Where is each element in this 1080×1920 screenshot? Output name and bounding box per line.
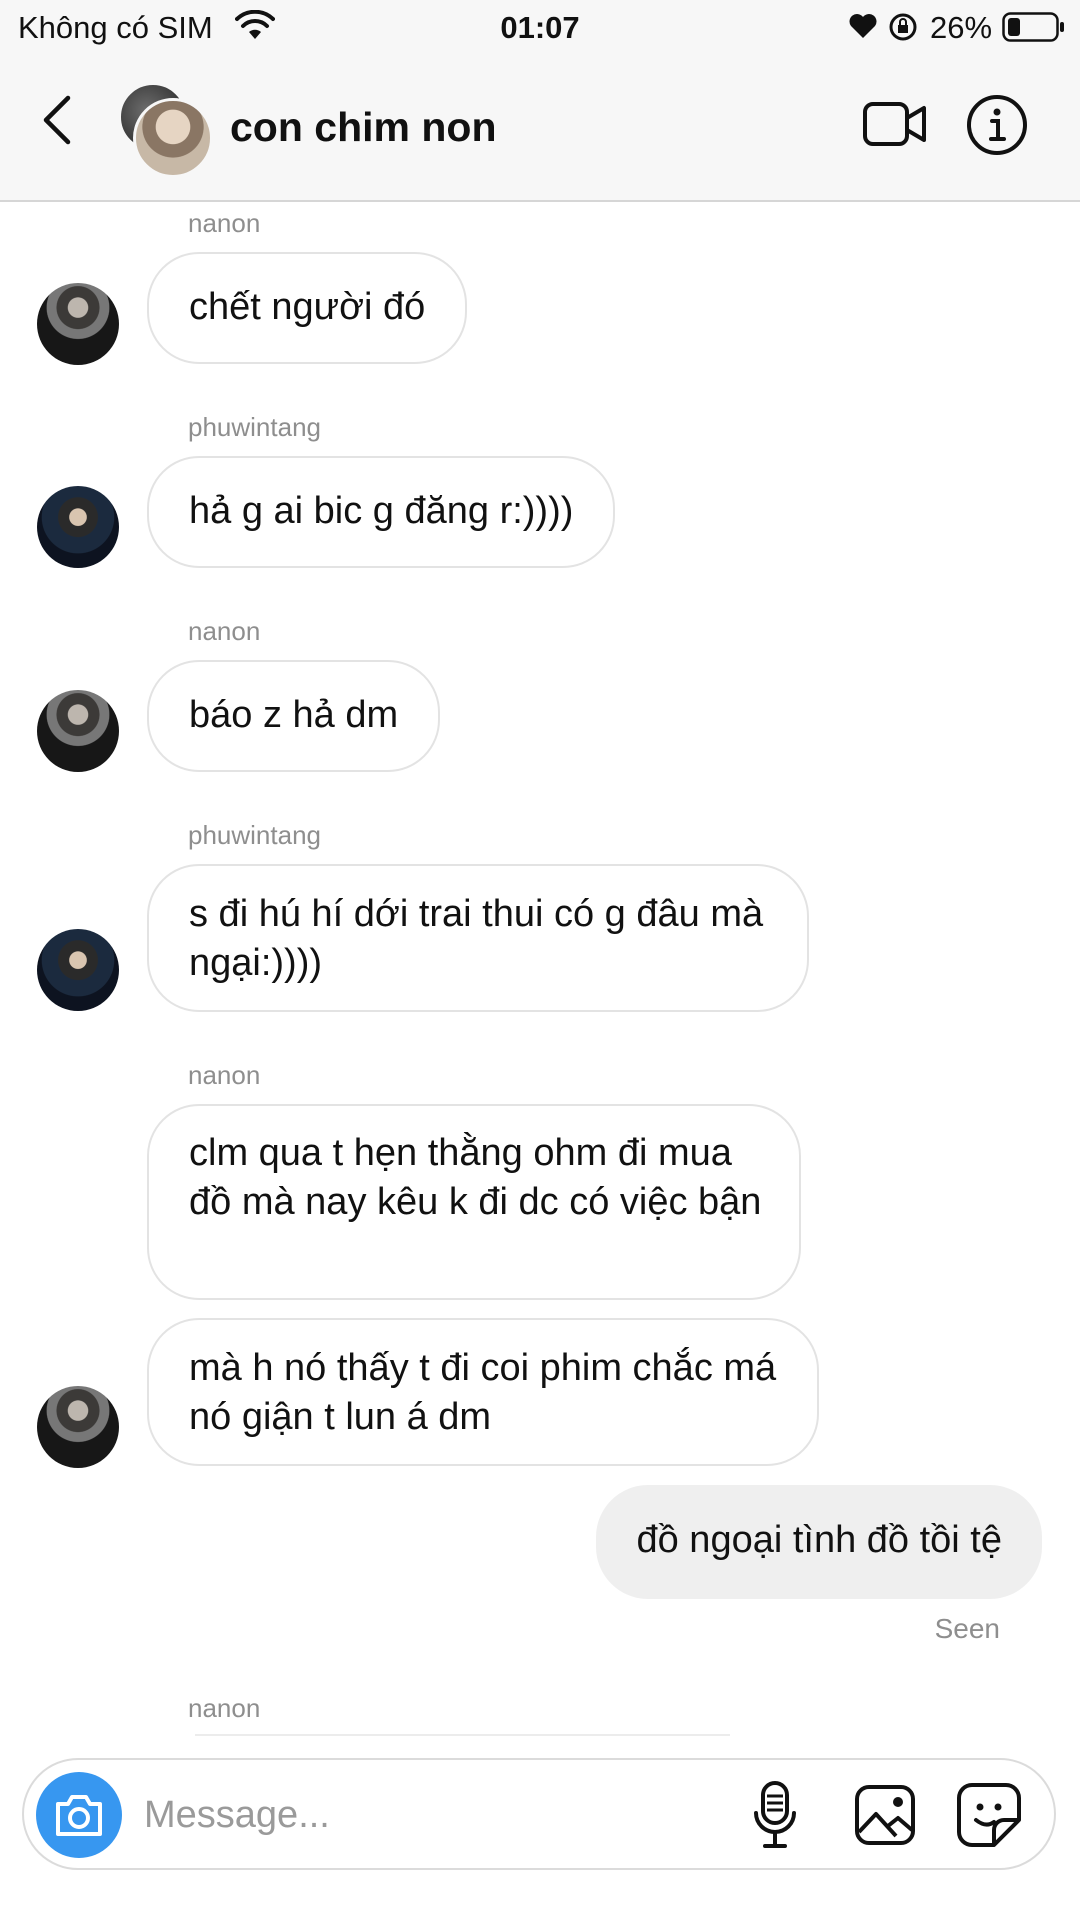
- heart-icon: [849, 14, 877, 39]
- message-text: clm qua t hẹn thằng ohm đi mua đồ mà nay…: [189, 1132, 762, 1223]
- avatar[interactable]: [37, 929, 119, 1011]
- group-avatar[interactable]: [118, 82, 213, 178]
- avatar[interactable]: [37, 283, 119, 365]
- battery-icon: [1002, 12, 1064, 42]
- clock: 01:07: [500, 10, 580, 45]
- avatar[interactable]: [37, 1386, 119, 1468]
- gallery-icon[interactable]: [854, 1784, 916, 1846]
- chat-header: con chim non: [0, 56, 1080, 202]
- sender-name: phuwintang: [188, 412, 321, 442]
- message-bubble[interactable]: clm qua t hẹn thằng ohm đi mua đồ mà nay…: [147, 1104, 801, 1300]
- message-composer: [22, 1758, 1056, 1870]
- avatar[interactable]: [37, 486, 119, 568]
- sender-name: nanon: [188, 616, 261, 646]
- message-bubble[interactable]: hả g ai bic g đăng r:)))): [147, 456, 616, 568]
- avatar: [133, 98, 213, 178]
- sender-name: nanon: [188, 1060, 261, 1090]
- rotation-lock-icon: [889, 13, 917, 41]
- avatar[interactable]: [37, 690, 119, 772]
- battery-percent: 26%: [930, 10, 993, 45]
- video-call-icon[interactable]: [862, 96, 928, 152]
- message-input[interactable]: [142, 1782, 616, 1848]
- message-bubble[interactable]: báo z hả dm: [147, 660, 441, 772]
- message-text: s đi hú hí dới trai thui có g đâu mà ngạ…: [189, 893, 764, 984]
- message-text: báo z hả dm: [189, 694, 399, 736]
- message-text: hả g ai bic g đăng r:)))): [189, 490, 574, 532]
- message-bubble[interactable]: chết người đó: [147, 252, 468, 364]
- sticker-icon[interactable]: [956, 1782, 1022, 1848]
- sender-name: nanon: [188, 1693, 261, 1723]
- message-bubble[interactable]: s đi hú hí dới trai thui có g đâu mà ngạ…: [147, 864, 809, 1012]
- camera-button[interactable]: [36, 1772, 122, 1858]
- message-text: đồ ngoại tình đồ tồi tệ: [636, 1519, 1002, 1561]
- seen-status: Seen: [934, 1613, 1000, 1644]
- info-icon[interactable]: [966, 94, 1028, 156]
- chat-title[interactable]: con chim non: [230, 104, 497, 151]
- camera-icon: [56, 1795, 102, 1836]
- message-bubble[interactable]: mà h nó thấy t đi coi phim chắc má nó gi…: [147, 1318, 819, 1466]
- message-text: mà h nó thấy t đi coi phim chắc má nó gi…: [189, 1347, 777, 1438]
- partial-message-bubble: [195, 1734, 730, 1736]
- back-chevron-icon[interactable]: [36, 92, 80, 148]
- own-message-bubble[interactable]: đồ ngoại tình đồ tồi tệ: [596, 1485, 1042, 1599]
- message-text: chết người đó: [189, 286, 426, 328]
- status-bar: Không có SIM 01:07 26%: [0, 0, 1080, 56]
- sender-name: nanon: [188, 208, 261, 238]
- microphone-icon[interactable]: [752, 1780, 798, 1850]
- sender-name: phuwintang: [188, 820, 321, 850]
